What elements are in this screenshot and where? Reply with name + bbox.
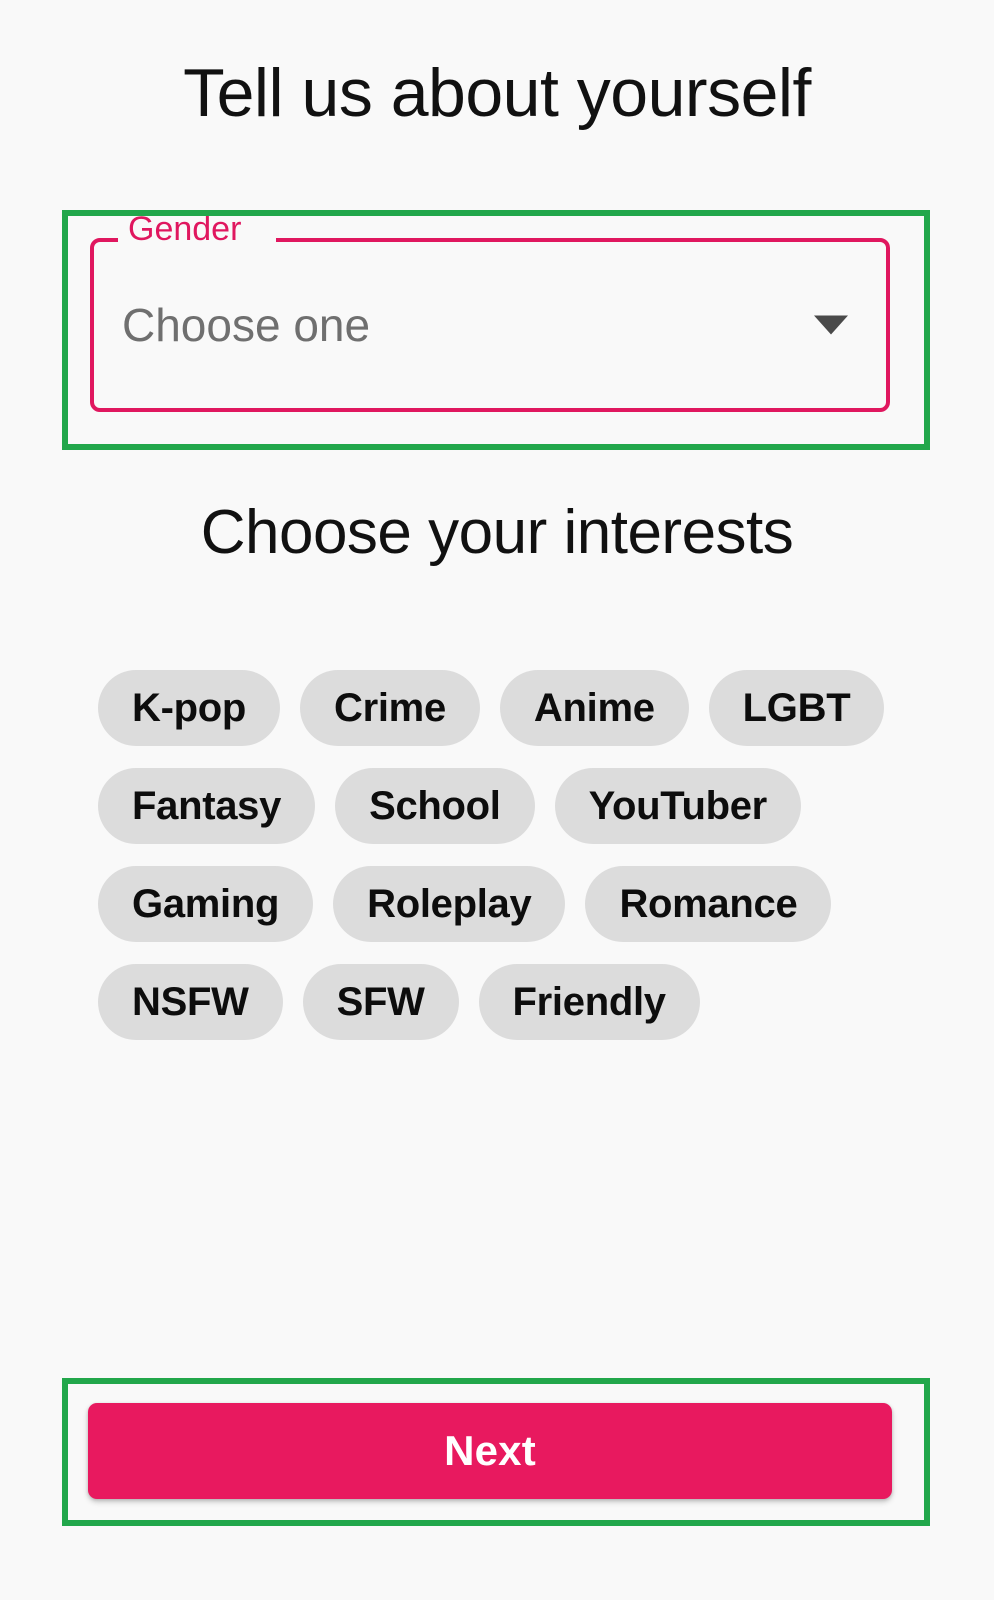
interest-chip[interactable]: Friendly [478,964,700,1040]
gender-field-label: Gender [128,210,242,248]
interests-heading: Choose your interests [200,498,794,567]
interest-chip[interactable]: YouTuber [554,768,801,844]
page-title: Tell us about yourself [183,55,811,131]
interest-chip[interactable]: Gaming [98,866,314,942]
interest-chip[interactable]: NSFW [98,964,283,1040]
interest-chip[interactable]: K-pop [98,670,281,746]
interest-chip[interactable]: Roleplay [333,866,566,942]
interest-chip[interactable]: Fantasy [98,768,316,844]
next-button[interactable]: Next [88,1403,892,1499]
gender-select[interactable]: Gender Choose one [90,212,890,412]
signup-profile-page: Tell us about yourself Gender Choose one… [0,0,994,1600]
interest-chip[interactable]: School [335,768,535,844]
interest-chip[interactable]: LGBT [708,670,885,746]
interest-chip[interactable]: SFW [302,964,459,1040]
interest-chip[interactable]: Crime [300,670,480,746]
interest-chip[interactable]: Romance [585,866,832,942]
interest-chip[interactable]: Anime [499,670,689,746]
gender-field-value: Choose one [122,299,371,351]
interest-chip-group: K-pop Crime Anime LGBT Fantasy School YouTuber… [98,670,898,1040]
chevron-down-icon[interactable] [814,315,848,335]
